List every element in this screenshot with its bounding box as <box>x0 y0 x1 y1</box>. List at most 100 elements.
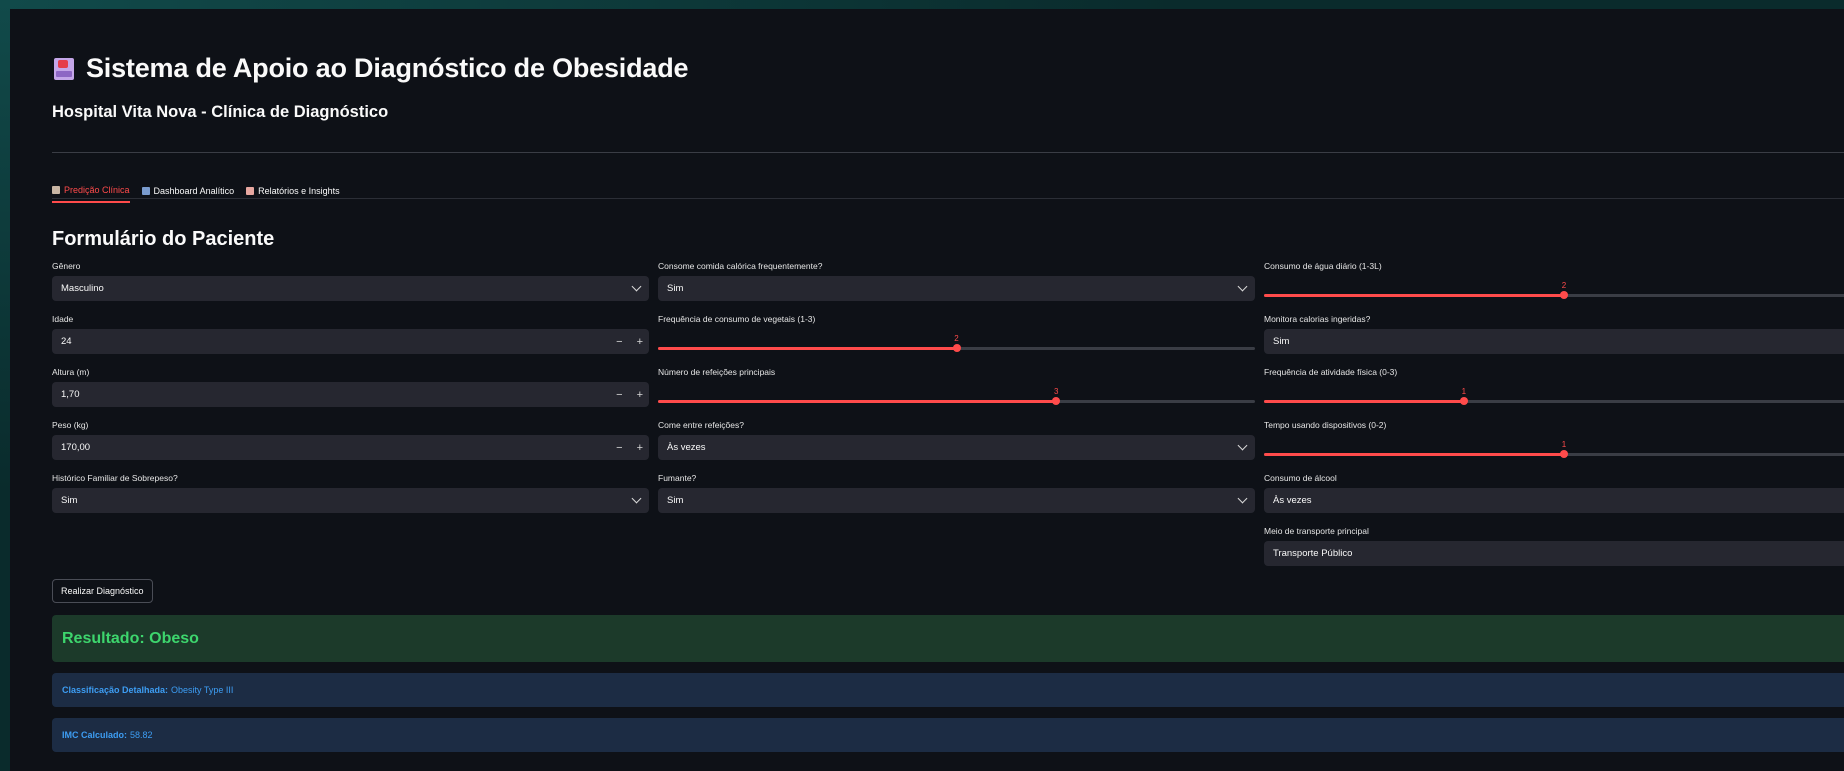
refeicoes-field: Número de refeições principais 3 <box>658 366 1255 418</box>
altura-label: Altura (m) <box>52 367 90 377</box>
altura-input[interactable]: 1,70 − + <box>52 382 649 407</box>
tab-relatorios-insights[interactable]: Relatórios e Insights <box>246 181 340 203</box>
chevron-down-icon <box>1237 493 1248 504</box>
calorias-value: Sim <box>1273 336 1290 347</box>
transporte-field: Meio de transporte principal Transporte … <box>1264 525 1844 577</box>
historico-select[interactable]: Sim <box>52 488 649 513</box>
peso-stepper: − + <box>616 435 643 460</box>
imc-value: 58.82 <box>130 730 153 740</box>
idade-input[interactable]: 24 − + <box>52 329 649 354</box>
slider-thumb[interactable] <box>952 344 961 352</box>
tab-dashboard-analitico[interactable]: Dashboard Analítico <box>141 181 235 203</box>
calorica-label: Consome comida calórica frequentemente? <box>658 261 823 271</box>
tab-label: Predição Clínica <box>64 185 130 195</box>
chevron-down-icon <box>1237 440 1248 451</box>
agua-slider[interactable]: 2 <box>1264 276 1844 301</box>
slider-thumb[interactable] <box>1560 291 1568 299</box>
entre-label: Come entre refeições? <box>658 420 744 430</box>
classificacao-value: Obesity Type III <box>171 685 234 695</box>
realizar-diagnostico-button[interactable]: Realizar Diagnóstico <box>52 579 153 603</box>
doctor-icon <box>52 186 60 194</box>
slider-thumb[interactable] <box>1459 397 1468 405</box>
hospital-icon <box>52 56 76 82</box>
vegetais-label: Frequência de consumo de vegetais (1-3) <box>658 314 816 324</box>
atividade-slider[interactable]: 1 <box>1264 382 1844 407</box>
chevron-down-icon <box>631 493 642 504</box>
genero-value: Masculino <box>61 283 104 294</box>
refeicoes-label: Número de refeições principais <box>658 367 776 377</box>
idade-field: Idade 24 − + <box>52 313 649 365</box>
minus-icon[interactable]: − <box>616 389 622 401</box>
altura-stepper: − + <box>616 382 643 407</box>
historico-value: Sim <box>61 495 78 506</box>
historico-label: Histórico Familiar de Sobrepeso? <box>52 473 178 483</box>
vegetais-slider[interactable]: 2 <box>658 329 1255 354</box>
alcool-field: Consumo de álcool Às vezes <box>1264 472 1844 524</box>
fumante-field: Fumante? Sim <box>658 472 1255 524</box>
slider-value: 2 <box>1561 281 1567 290</box>
tab-label: Dashboard Analítico <box>153 186 235 196</box>
alcool-label: Consumo de álcool <box>1264 473 1337 483</box>
slider-value: 3 <box>1053 387 1059 396</box>
app-window: Sistema de Apoio ao Diagnóstico de Obesi… <box>10 9 1844 771</box>
fumante-label: Fumante? <box>658 473 697 483</box>
slider-value: 1 <box>1461 387 1467 396</box>
classificacao-label: Classificação Detalhada: <box>62 685 169 695</box>
calorias-select[interactable]: Sim <box>1264 329 1844 354</box>
transporte-value: Transporte Público <box>1273 548 1353 559</box>
transporte-label: Meio de transporte principal <box>1264 526 1369 536</box>
agua-label: Consumo de água diário (1-3L) <box>1264 261 1382 271</box>
divider <box>52 152 1844 153</box>
dispositivos-slider[interactable]: 1 <box>1264 435 1844 460</box>
tab-label: Relatórios e Insights <box>258 186 340 196</box>
altura-value: 1,70 <box>61 389 80 400</box>
tab-predicao-clinica[interactable]: Predição Clínica <box>52 181 130 203</box>
tab-bar: Predição Clínica Dashboard Analítico Rel… <box>52 181 340 203</box>
entre-field: Come entre refeições? Às vezes <box>658 419 1255 471</box>
report-icon <box>246 187 255 195</box>
plus-icon[interactable]: + <box>637 389 643 401</box>
transporte-select[interactable]: Transporte Público <box>1264 541 1844 566</box>
calorias-label: Monitora calorias ingeridas? <box>1264 314 1371 324</box>
chevron-down-icon <box>631 281 642 292</box>
peso-field: Peso (kg) 170,00 − + <box>52 419 649 471</box>
form-column-2: Consome comida calórica frequentemente? … <box>658 259 1255 524</box>
slider-thumb[interactable] <box>1052 397 1061 405</box>
entre-select[interactable]: Às vezes <box>658 435 1255 460</box>
alcool-select[interactable]: Às vezes <box>1264 488 1844 513</box>
plus-icon[interactable]: + <box>637 336 643 348</box>
form-column-1: Gênero Masculino Idade 24 − + Altura (m) <box>52 259 649 524</box>
slider-thumb[interactable] <box>1560 450 1568 458</box>
result-banner: Resultado: Obeso <box>52 615 1844 662</box>
entre-value: Às vezes <box>667 442 706 453</box>
form-column-3: Consumo de água diário (1-3L) 2 Monitora… <box>1264 259 1844 577</box>
minus-icon[interactable]: − <box>616 442 622 454</box>
genero-field: Gênero Masculino <box>52 260 649 312</box>
plus-icon[interactable]: + <box>637 442 643 454</box>
calorica-field: Consome comida calórica frequentemente? … <box>658 260 1255 312</box>
imc-label: IMC Calculado: <box>62 730 128 740</box>
result-title: Resultado: Obeso <box>62 629 199 647</box>
minus-icon[interactable]: − <box>616 336 622 348</box>
slider-value: 2 <box>954 334 959 343</box>
atividade-label: Frequência de atividade física (0-3) <box>1264 367 1398 377</box>
fumante-select[interactable]: Sim <box>658 488 1255 513</box>
fumante-value: Sim <box>667 495 684 506</box>
calorias-field: Monitora calorias ingeridas? Sim <box>1264 313 1844 365</box>
peso-label: Peso (kg) <box>52 420 89 430</box>
peso-value: 170,00 <box>61 442 91 453</box>
peso-input[interactable]: 170,00 − + <box>52 435 649 460</box>
imc-info: IMC Calculado: 58.82 <box>52 718 1844 752</box>
calorica-select[interactable]: Sim <box>658 276 1255 301</box>
form-title: Formulário do Paciente <box>52 228 275 250</box>
alcool-value: Às vezes <box>1273 495 1312 506</box>
genero-select[interactable]: Masculino <box>52 276 649 301</box>
atividade-field: Frequência de atividade física (0-3) 1 <box>1264 366 1844 418</box>
historico-field: Histórico Familiar de Sobrepeso? Sim <box>52 472 649 524</box>
bar-chart-icon <box>141 187 150 195</box>
genero-label: Gênero <box>52 261 81 271</box>
page-subtitle: Hospital Vita Nova - Clínica de Diagnóst… <box>52 103 389 121</box>
page-header: Sistema de Apoio ao Diagnóstico de Obesi… <box>52 53 689 84</box>
idade-value: 24 <box>61 336 72 347</box>
refeicoes-slider[interactable]: 3 <box>658 382 1255 407</box>
